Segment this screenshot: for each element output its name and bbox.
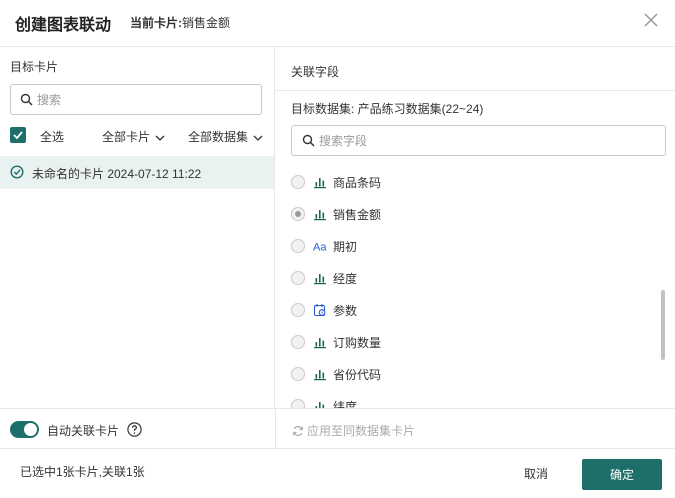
field-radio[interactable] (291, 335, 305, 349)
select-all-checkbox[interactable] (10, 127, 26, 143)
bar-chart-icon (313, 399, 327, 408)
all-datasets-dropdown[interactable]: 全部数据集 (188, 128, 263, 145)
field-list: 商品条码销售金额 Aa 期初经度参数订购数量省份代码纬度 (275, 165, 675, 408)
field-name: 订购数量 (333, 336, 382, 350)
target-dataset-label: 目标数据集: 产品练习数据集(22~24) (291, 102, 484, 116)
close-icon[interactable] (642, 11, 660, 29)
apply-label: 应用至同数据集卡片 (307, 424, 416, 438)
create-chart-link-dialog: 创建图表联动 当前卡片:销售金额 目标卡片 全选 全部卡片 全部数据 (0, 0, 675, 498)
field-search-box[interactable] (291, 125, 666, 156)
toggle-knob (24, 423, 37, 436)
dialog-footer: 已选中1张卡片,关联1张 取消 确定 (0, 448, 675, 498)
bar-chart-icon (313, 175, 327, 189)
card-search-input[interactable] (37, 90, 252, 110)
field-radio[interactable] (291, 239, 305, 253)
select-all-label[interactable]: 全选 (40, 128, 64, 145)
search-icon (20, 93, 33, 106)
check-icon (13, 131, 23, 140)
card-search-box[interactable] (10, 84, 262, 115)
current-card-label: 当前卡片: (130, 16, 182, 30)
bar-chart-icon (313, 335, 327, 349)
card-item-label: 未命名的卡片 2024-07-12 11:22 (32, 167, 202, 181)
field-name: 期初 (333, 240, 358, 254)
all-cards-dropdown[interactable]: 全部卡片 (102, 128, 165, 145)
field-name: 经度 (333, 272, 358, 286)
auto-link-label: 自动关联卡片 (47, 424, 120, 438)
field-option[interactable]: 销售金额 (275, 202, 655, 226)
field-name: 省份代码 (333, 368, 382, 382)
current-card: 当前卡片:销售金额 (130, 14, 230, 31)
help-icon[interactable] (127, 422, 142, 437)
field-radio[interactable] (291, 207, 305, 221)
cancel-button[interactable]: 取消 (508, 459, 564, 487)
bar-chart-icon (313, 271, 327, 285)
current-card-value: 销售金额 (182, 16, 231, 30)
field-option[interactable]: 参数 (275, 298, 655, 322)
field-option[interactable]: 经度 (275, 266, 655, 290)
field-radio[interactable] (291, 367, 305, 381)
all-datasets-label: 全部数据集 (188, 130, 249, 144)
target-card-panel: 目标卡片 全选 全部卡片 全部数据集 未命名 (0, 47, 275, 408)
field-radio[interactable] (291, 175, 305, 189)
chevron-down-icon (155, 135, 165, 141)
divider (275, 90, 675, 91)
text-type-icon: Aa (313, 239, 327, 254)
field-option[interactable]: Aa 期初 (275, 234, 655, 258)
search-icon (302, 134, 315, 147)
field-radio[interactable] (291, 399, 305, 408)
chevron-down-icon (253, 135, 263, 141)
svg-text:Aa: Aa (313, 242, 327, 254)
list-item[interactable]: 未命名的卡片 2024-07-12 11:22 (0, 156, 274, 189)
field-name: 销售金额 (333, 208, 382, 222)
field-search-input[interactable] (319, 131, 649, 151)
refresh-icon (293, 425, 303, 437)
confirm-button[interactable]: 确定 (582, 459, 662, 490)
auto-link-toggle[interactable] (10, 421, 39, 438)
bar-chart-icon (313, 367, 327, 381)
linked-field-label: 关联字段 (291, 65, 340, 79)
field-option[interactable]: 商品条码 (275, 170, 655, 194)
field-name: 纬度 (333, 400, 358, 408)
check-circle-icon (10, 165, 24, 179)
target-card-label: 目标卡片 (10, 60, 59, 74)
dialog-header: 创建图表联动 当前卡片:销售金额 (0, 0, 675, 47)
options-bar: 自动关联卡片 应用至同数据集卡片 (0, 408, 675, 449)
selection-status: 已选中1张卡片,关联1张 (20, 465, 145, 479)
parameter-icon (313, 303, 327, 317)
field-name: 参数 (333, 304, 358, 318)
field-option[interactable]: 订购数量 (275, 330, 655, 354)
field-list-scrollbar[interactable] (661, 290, 665, 360)
dialog-title: 创建图表联动 (15, 17, 112, 34)
divider (275, 409, 276, 449)
all-cards-label: 全部卡片 (102, 130, 151, 144)
bar-chart-icon (313, 207, 327, 221)
apply-same-dataset-button[interactable]: 应用至同数据集卡片 (292, 422, 415, 439)
field-radio[interactable] (291, 271, 305, 285)
field-radio[interactable] (291, 303, 305, 317)
linked-field-panel: 关联字段 目标数据集: 产品练习数据集(22~24) 商品条码销售金额 Aa 期初经… (275, 47, 675, 408)
field-option[interactable]: 纬度 (275, 394, 655, 408)
field-name: 商品条码 (333, 176, 382, 190)
field-option[interactable]: 省份代码 (275, 362, 655, 386)
